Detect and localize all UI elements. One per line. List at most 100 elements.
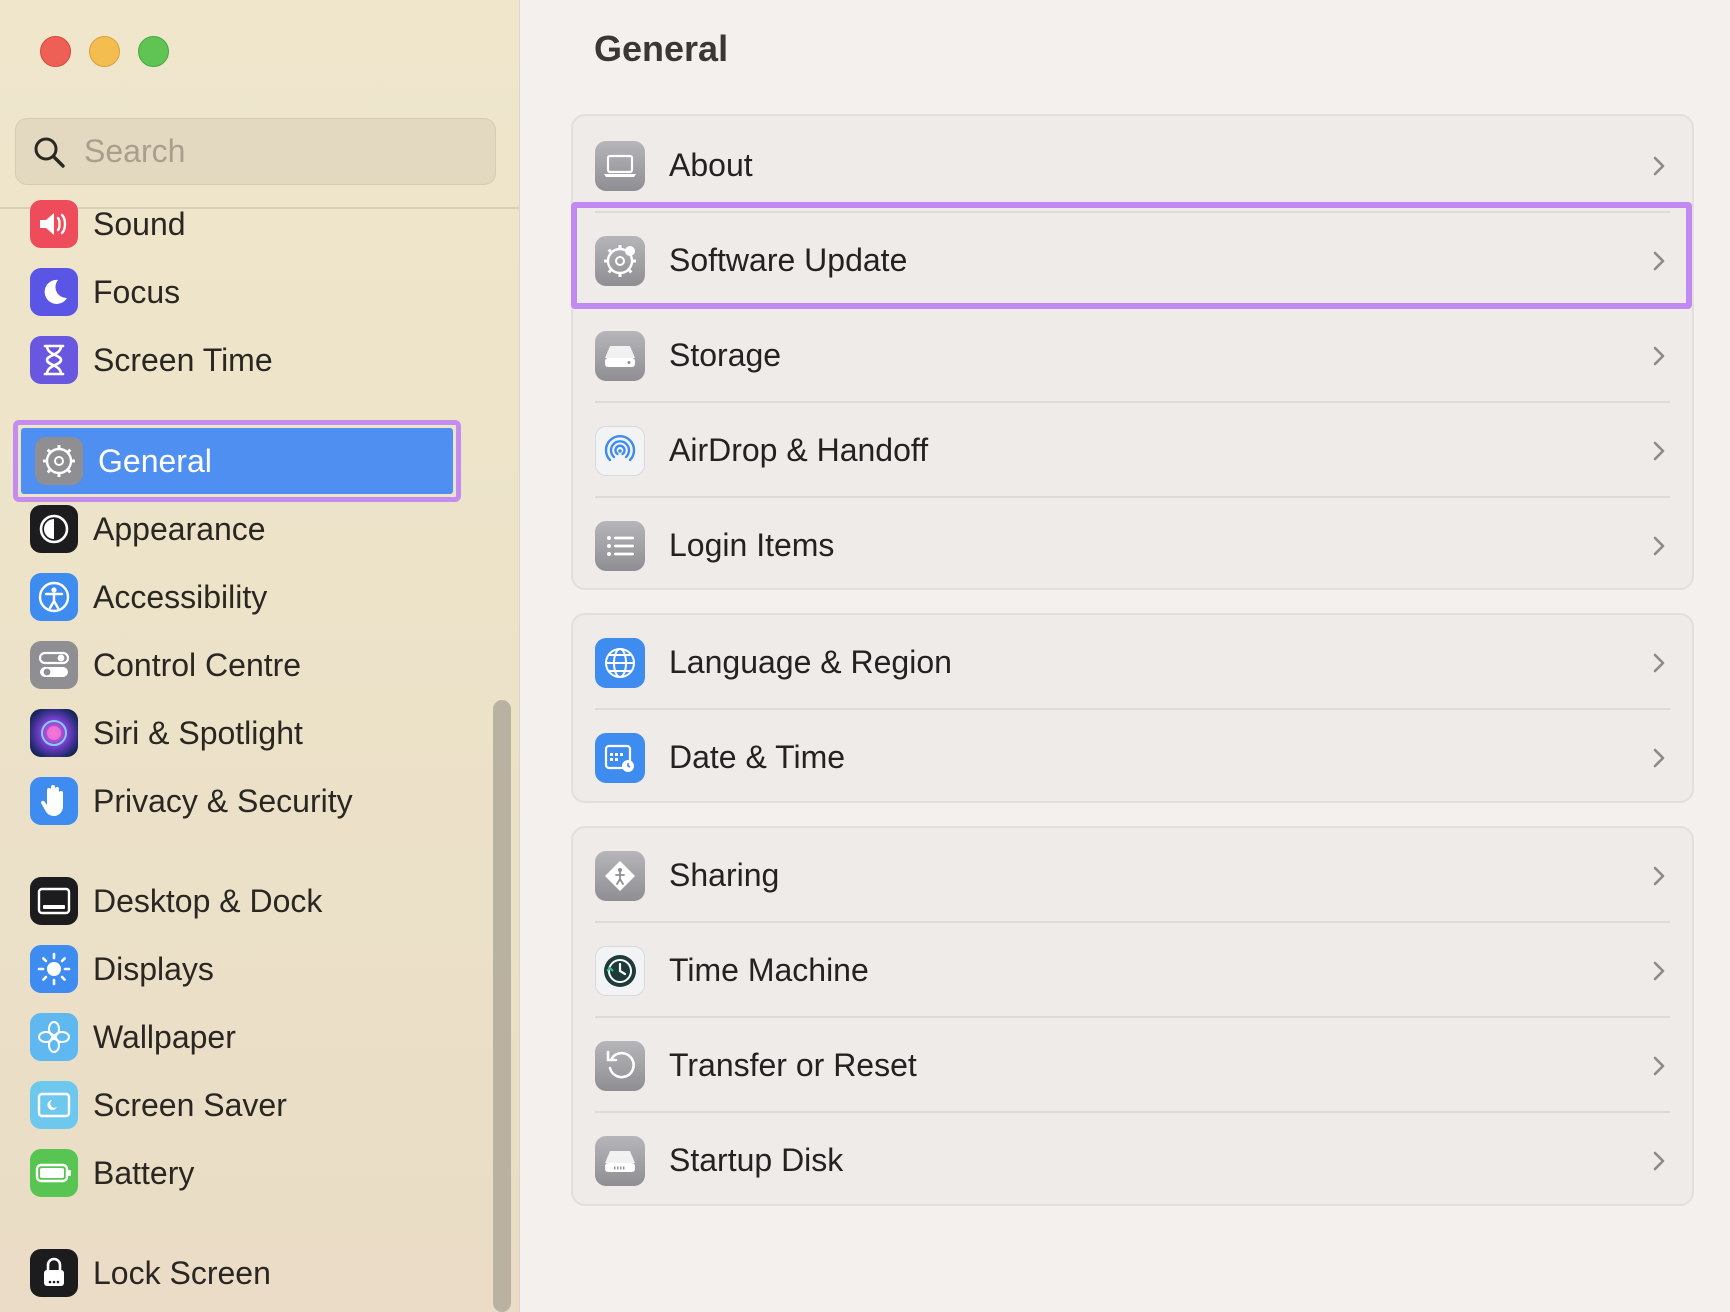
row-storage[interactable]: Storage	[573, 308, 1692, 403]
row-label: Date & Time	[669, 739, 846, 775]
sidebar-item-control-centre[interactable]: Control Centre	[30, 636, 301, 694]
sidebar-item-sound[interactable]: Sound	[30, 195, 186, 253]
chevron-right-icon	[1653, 748, 1665, 767]
sidebar-item-label: Screen Saver	[93, 1086, 287, 1123]
dock-icon	[30, 877, 78, 925]
airdrop-icon	[595, 425, 645, 476]
appearance-icon	[30, 505, 78, 553]
row-date-time[interactable]: Date & Time	[573, 710, 1692, 805]
zoom-button[interactable]	[138, 36, 169, 67]
chevron-right-icon	[1653, 536, 1665, 555]
sharing-icon	[595, 850, 645, 901]
chevron-right-icon	[1653, 1151, 1665, 1170]
calendar-clock-icon	[595, 732, 645, 783]
sidebar-item-screen-time[interactable]: Screen Time	[30, 331, 273, 389]
sun-icon	[30, 945, 78, 993]
sidebar-item-wallpaper[interactable]: Wallpaper	[30, 1008, 236, 1066]
sidebar-item-label: Battery	[93, 1154, 195, 1191]
hand-icon	[30, 777, 78, 825]
sidebar-item-label: Appearance	[93, 510, 266, 547]
row-label: Login Items	[669, 527, 835, 563]
window-controls	[40, 36, 169, 67]
sidebar-item-label: Desktop & Dock	[93, 882, 323, 919]
chevron-right-icon	[1653, 156, 1665, 175]
sidebar-item-displays[interactable]: Displays	[30, 940, 214, 998]
main-pane: General About Software Update Storage Ai…	[520, 0, 1730, 1312]
page-title: General	[594, 28, 729, 69]
reset-icon	[595, 1040, 645, 1091]
row-software-update[interactable]: Software Update	[573, 213, 1692, 308]
sidebar-item-label: Screen Time	[93, 341, 273, 378]
laptop-icon	[595, 140, 645, 191]
sidebar-item-screen-saver[interactable]: Screen Saver	[30, 1076, 287, 1134]
chevron-right-icon	[1653, 251, 1665, 270]
row-language-region[interactable]: Language & Region	[573, 615, 1692, 710]
sidebar-item-label: Control Centre	[93, 646, 302, 683]
chevron-right-icon	[1653, 441, 1665, 460]
row-label: Storage	[669, 337, 782, 373]
toggles-icon	[30, 641, 78, 689]
row-transfer-reset[interactable]: Transfer or Reset	[573, 1018, 1692, 1113]
row-about[interactable]: About	[573, 118, 1692, 213]
settings-group-system: About Software Update Storage AirDrop & …	[571, 114, 1694, 590]
chevron-right-icon	[1653, 653, 1665, 672]
drive-icon	[595, 330, 645, 381]
battery-icon	[30, 1149, 78, 1197]
settings-group-sharing: Sharing Time Machine Transfer or Reset S…	[571, 826, 1694, 1206]
minimize-button[interactable]	[89, 36, 120, 67]
row-startup-disk[interactable]: Startup Disk	[573, 1113, 1692, 1208]
row-airdrop-handoff[interactable]: AirDrop & Handoff	[573, 403, 1692, 498]
accessibility-icon	[30, 573, 78, 621]
sidebar: Sound Focus Screen Time Gen	[0, 0, 520, 1312]
chevron-right-icon	[1653, 961, 1665, 980]
sidebar-item-general[interactable]: General	[13, 420, 461, 502]
siri-icon	[30, 709, 78, 757]
row-label: Software Update	[669, 242, 908, 278]
search-input[interactable]	[84, 133, 464, 170]
sidebar-item-battery[interactable]: Battery	[30, 1144, 194, 1202]
row-label: Startup Disk	[669, 1142, 844, 1178]
list-icon	[595, 520, 645, 571]
sidebar-item-label: Wallpaper	[93, 1018, 236, 1055]
sidebar-item-focus[interactable]: Focus	[30, 263, 180, 321]
row-label: Time Machine	[669, 952, 869, 988]
sidebar-item-label: Sound	[93, 205, 186, 242]
row-sharing[interactable]: Sharing	[573, 828, 1692, 923]
flower-icon	[30, 1013, 78, 1061]
screensaver-icon	[30, 1081, 78, 1129]
gear-badge-icon	[595, 235, 645, 286]
sidebar-item-privacy-security[interactable]: Privacy & Security	[30, 772, 353, 830]
sidebar-item-accessibility[interactable]: Accessibility	[30, 568, 267, 626]
globe-icon	[595, 637, 645, 688]
row-label: AirDrop & Handoff	[669, 432, 929, 468]
row-time-machine[interactable]: Time Machine	[573, 923, 1692, 1018]
row-label: About	[669, 147, 753, 183]
sidebar-item-siri-spotlight[interactable]: Siri & Spotlight	[30, 704, 303, 762]
sidebar-item-lock-screen[interactable]: Lock Screen	[30, 1244, 271, 1302]
time-machine-icon	[595, 945, 645, 996]
sound-icon	[30, 200, 78, 248]
row-label: Language & Region	[669, 644, 952, 680]
sidebar-item-desktop-dock[interactable]: Desktop & Dock	[30, 872, 322, 930]
settings-group-locale: Language & Region Date & Time	[571, 613, 1694, 803]
gear-icon	[35, 437, 83, 485]
search-field[interactable]	[15, 118, 496, 185]
sidebar-item-label: General	[98, 442, 212, 479]
close-button[interactable]	[40, 36, 71, 67]
search-icon	[34, 137, 65, 168]
sidebar-scrollbar[interactable]	[493, 700, 511, 1312]
chevron-right-icon	[1653, 1056, 1665, 1075]
sidebar-item-label: Privacy & Security	[93, 782, 353, 819]
sidebar-item-label: Lock Screen	[93, 1254, 271, 1291]
sidebar-item-label: Displays	[93, 950, 214, 987]
system-settings-window: Sound Focus Screen Time Gen	[0, 0, 1730, 1312]
row-login-items[interactable]: Login Items	[573, 498, 1692, 593]
moon-icon	[30, 268, 78, 316]
chevron-right-icon	[1653, 346, 1665, 365]
chevron-right-icon	[1653, 866, 1665, 885]
sidebar-selection: General	[21, 428, 453, 494]
sidebar-item-appearance[interactable]: Appearance	[30, 500, 266, 558]
hourglass-icon	[30, 336, 78, 384]
lock-icon	[30, 1249, 78, 1297]
startup-disk-icon	[595, 1135, 645, 1186]
